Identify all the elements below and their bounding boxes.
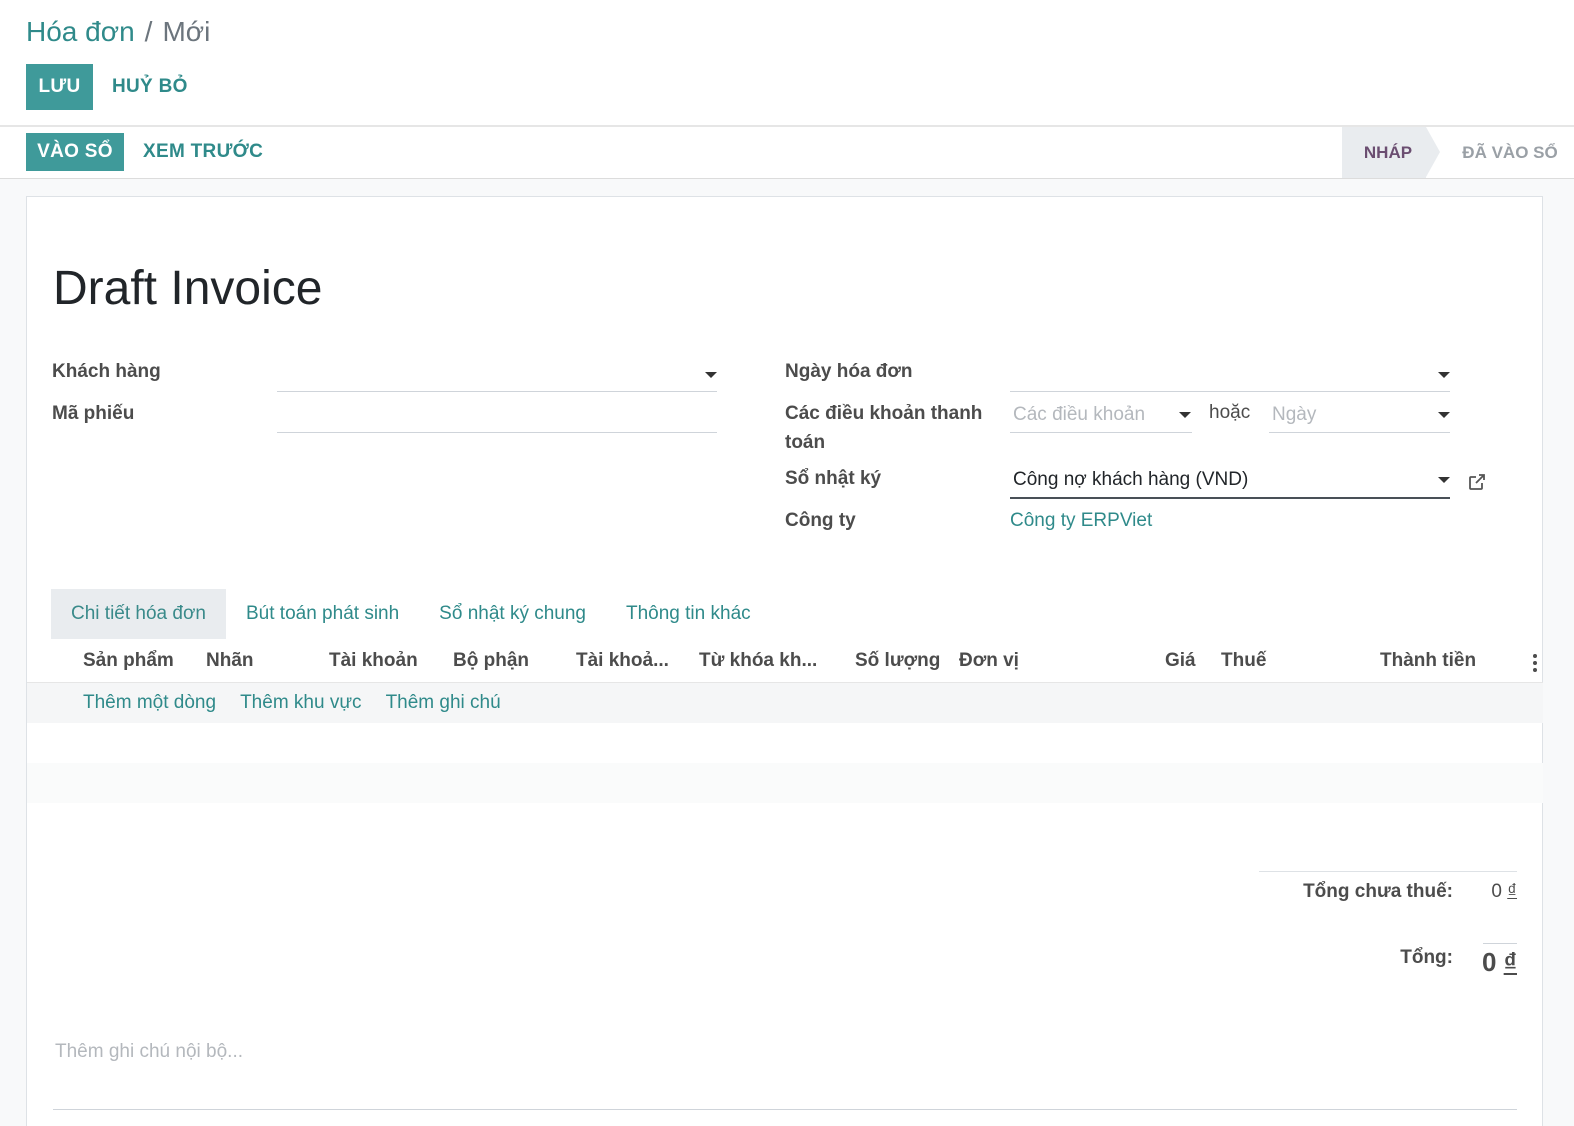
- journal-label: Sổ nhật ký: [785, 468, 882, 489]
- column-analytic-tags[interactable]: Từ khóa kh...: [699, 639, 817, 683]
- status-stage-draft[interactable]: NHÁP: [1342, 127, 1440, 178]
- form-sheet: Draft Invoice Khách hàng Mã phiếu Ngày h…: [26, 196, 1543, 1126]
- invoice-date-caret-icon[interactable]: [1438, 372, 1450, 378]
- or-separator-label: hoặc: [1209, 402, 1251, 423]
- column-product[interactable]: Sản phẩm: [83, 639, 174, 683]
- breadcrumb-current: Mới: [162, 16, 211, 47]
- untaxed-amount: 0: [1491, 881, 1502, 902]
- invoice-lines-header: Sản phẩm Nhãn Tài khoản Bộ phận Tài khoả…: [27, 639, 1543, 683]
- reference-field-underline: [277, 432, 717, 433]
- payment-terms-select[interactable]: Các điều khoản: [1013, 401, 1145, 429]
- grand-total-label: Tổng:: [1400, 947, 1453, 968]
- customer-dropdown-caret-icon[interactable]: [705, 372, 717, 378]
- column-taxes[interactable]: Thuế: [1221, 639, 1266, 683]
- due-date-caret-icon[interactable]: [1438, 412, 1450, 418]
- currency-symbol: ₫: [1503, 947, 1517, 977]
- column-uom[interactable]: Đơn vị: [959, 639, 1019, 683]
- add-line-link[interactable]: Thêm một dòng: [83, 692, 216, 714]
- untaxed-total-value: 0 ₫: [1467, 881, 1517, 903]
- totals-divider: [1259, 871, 1517, 872]
- tab-general-journal[interactable]: Sổ nhật ký chung: [419, 589, 606, 639]
- status-stage-posted[interactable]: ĐÃ VÀO SỔ: [1426, 127, 1574, 178]
- preview-button[interactable]: XEM TRƯỚC: [143, 133, 263, 171]
- column-label[interactable]: Nhãn: [206, 639, 254, 683]
- add-line-row: Thêm một dòng Thêm khu vực Thêm ghi chú: [27, 683, 1543, 723]
- internal-note-underline: [53, 1109, 1517, 1110]
- notebook-tabs: Chi tiết hóa đơn Bút toán phát sinh Sổ n…: [51, 589, 771, 639]
- payment-terms-label-line2: toán: [785, 432, 826, 453]
- column-department[interactable]: Bộ phận: [453, 639, 529, 683]
- column-quantity[interactable]: Số lượng: [855, 639, 940, 683]
- journal-underline: [1010, 497, 1450, 499]
- company-label: Công ty: [785, 510, 856, 531]
- grand-total-divider: [1483, 943, 1517, 944]
- invoice-date-underline: [1010, 391, 1450, 392]
- external-link-icon[interactable]: [1467, 472, 1487, 492]
- customer-label: Khách hàng: [52, 361, 161, 382]
- currency-symbol: ₫: [1507, 881, 1517, 902]
- grand-total-amount: 0: [1481, 947, 1497, 977]
- add-section-link[interactable]: Thêm khu vực: [240, 692, 361, 714]
- column-options-icon[interactable]: [1533, 654, 1539, 675]
- payment-terms-underline: [1010, 432, 1192, 433]
- journal-select[interactable]: Công nợ khách hàng (VND): [1013, 466, 1248, 494]
- payment-terms-label: Các điều khoản thanh toán: [785, 399, 982, 457]
- add-note-link[interactable]: Thêm ghi chú: [386, 692, 501, 714]
- form-header: VÀO SỔ XEM TRƯỚC NHÁP ĐÃ VÀO SỔ: [0, 127, 1574, 179]
- internal-note-input[interactable]: Thêm ghi chú nội bộ...: [55, 1041, 243, 1063]
- untaxed-total-label: Tổng chưa thuế:: [1303, 881, 1453, 902]
- post-button[interactable]: VÀO SỔ: [26, 133, 124, 171]
- discard-button[interactable]: HUỶ BỎ: [112, 64, 188, 110]
- column-account[interactable]: Tài khoản: [329, 639, 418, 683]
- payment-terms-caret-icon[interactable]: [1179, 412, 1191, 418]
- grand-total-value: 0 ₫: [1447, 947, 1517, 978]
- tab-invoice-lines[interactable]: Chi tiết hóa đơn: [51, 589, 226, 639]
- empty-table-row: [27, 723, 1543, 763]
- reference-label: Mã phiếu: [52, 403, 135, 424]
- statusbar: NHÁP ĐÃ VÀO SỔ: [1342, 127, 1574, 178]
- page-title: Draft Invoice: [53, 262, 323, 315]
- company-link[interactable]: Công ty ERPViet: [1010, 507, 1152, 535]
- tab-journal-items[interactable]: Bút toán phát sinh: [226, 589, 419, 639]
- due-date-underline: [1269, 432, 1450, 433]
- breadcrumb: Hóa đơn / Mới: [26, 14, 210, 50]
- save-button[interactable]: LƯU: [26, 64, 93, 110]
- tab-other-info[interactable]: Thông tin khác: [606, 589, 771, 639]
- breadcrumb-separator: /: [144, 16, 153, 47]
- customer-field-underline: [277, 391, 717, 392]
- due-date-input[interactable]: Ngày: [1272, 401, 1316, 429]
- empty-table-row: [27, 763, 1543, 803]
- column-price[interactable]: Giá: [1165, 639, 1196, 683]
- column-analytic-account[interactable]: Tài khoả...: [576, 639, 669, 683]
- invoice-date-label: Ngày hóa đơn: [785, 361, 913, 382]
- journal-caret-icon[interactable]: [1438, 477, 1450, 483]
- payment-terms-label-line1: Các điều khoản thanh: [785, 403, 983, 424]
- breadcrumb-parent-link[interactable]: Hóa đơn: [26, 16, 135, 47]
- invoice-form-page: Hóa đơn / Mới LƯU HUỶ BỎ VÀO SỔ XEM TRƯỚC …: [0, 0, 1574, 1126]
- column-subtotal[interactable]: Thành tiền: [1380, 639, 1476, 683]
